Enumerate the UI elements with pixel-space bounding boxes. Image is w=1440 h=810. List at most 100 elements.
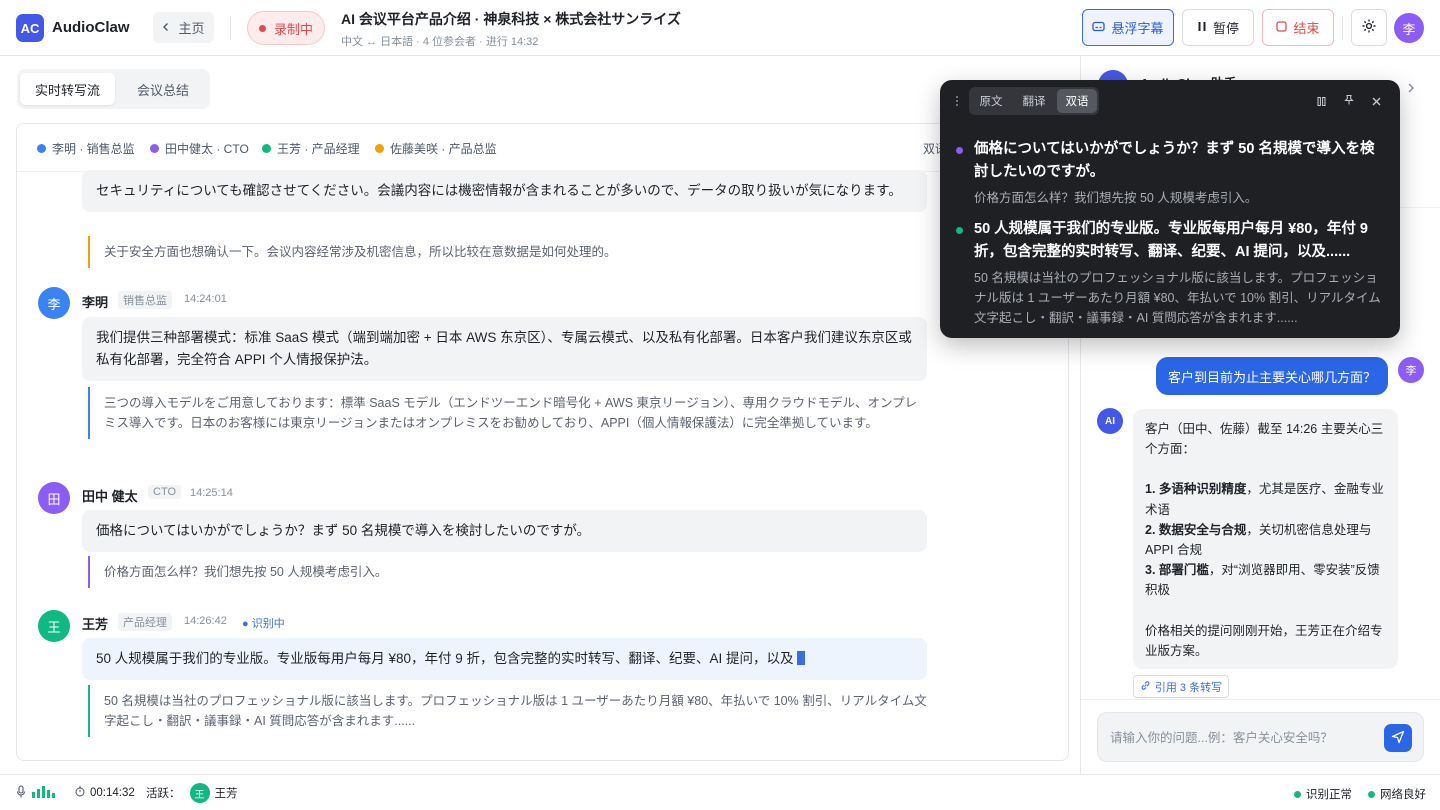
tab-translation[interactable]: 翻译	[1014, 89, 1054, 113]
settings-button[interactable]	[1351, 9, 1387, 46]
tab-live-transcript[interactable]: 实时转写流	[20, 73, 115, 105]
speaker-role: CTO	[148, 485, 182, 499]
float-subtitle-button[interactable]: 悬浮字幕	[1082, 9, 1174, 46]
meeting-title: AI 会议平台产品介绍 · 神泉科技 × 株式会社サンライズ	[341, 11, 681, 27]
microphone-icon	[16, 785, 26, 802]
network-status: 网络良好	[1368, 786, 1426, 802]
end-button[interactable]: 结束	[1262, 9, 1334, 46]
float-subtitle-label: 悬浮字幕	[1111, 21, 1164, 36]
legend-dot	[375, 144, 384, 153]
message-time: 14:24:01	[184, 293, 227, 305]
audio-level-icon	[31, 786, 55, 801]
ai-answer-bubble: 客户（田中、佐藤）截至 14:26 主要关心三个方面： 1. 多语种识别精度，尤…	[1133, 409, 1398, 669]
send-button[interactable]	[1384, 724, 1412, 752]
network-label: 网络良好	[1380, 789, 1426, 801]
send-icon	[1391, 730, 1405, 747]
columns-icon[interactable]	[1316, 95, 1327, 110]
message-translation: 价格方面怎么样？我们想先按 50 人规模考虑引入。	[88, 556, 927, 588]
point-title: 3. 部署门槛	[1145, 563, 1209, 578]
timer-value: 00:14:32	[90, 787, 135, 799]
active-name: 王芳	[214, 788, 238, 800]
speaker-role: 产品经理	[118, 613, 172, 631]
point-title: 1. 多语种识别精度	[1145, 482, 1247, 497]
legend-item: 王芳 · 产品经理	[262, 140, 360, 157]
overlay-original: 50 人规模属于我们的专业版。专业版每用户每月 ¥80，年付 9 折，包含完整的…	[974, 221, 1368, 260]
cite-transcripts-button[interactable]: 引用 3 条转写	[1133, 675, 1229, 698]
legend-label: 佐藤美咲 · 产品总监	[390, 142, 497, 156]
legend-item: 李明 · 销售总监	[37, 140, 135, 157]
legend-item: 佐藤美咲 · 产品总监	[375, 140, 497, 157]
end-label: 结束	[1293, 21, 1320, 36]
legend-dot	[150, 144, 159, 153]
active-speaker: 活跃： 王 王芳	[146, 783, 238, 803]
legend-label: 李明 · 销售总监	[52, 142, 135, 156]
legend-label: 王芳 · 产品经理	[277, 142, 360, 156]
message-original: セキュリティについても確認させてください。会議内容には機密情報が含まれることが多…	[82, 170, 927, 212]
legend-dot	[37, 144, 46, 153]
pause-icon	[1197, 20, 1207, 35]
recognition-status: 识别正常	[1294, 786, 1352, 802]
message-original: 価格についてはいかがでしょうか？まず 50 名規模で導入を検討したいのですが。	[82, 510, 927, 552]
message-original: 我们提供三种部署模式：标准 SaaS 模式（端到端加密 + 日本 AWS 东京区…	[82, 317, 927, 381]
user-avatar[interactable]: 李	[1394, 13, 1424, 43]
cite-label: 引用 3 条转写	[1154, 681, 1223, 694]
overlay-line: 50 人规模属于我们的专业版。专业版每用户每月 ¥80，年付 9 折，包含完整的…	[974, 218, 1384, 328]
overlay-line: 価格についてはいかがでしょうか？まず 50 名規模で導入を検討したいのですが。 …	[974, 138, 1384, 208]
live-text: 50 人规模属于我们的专业版。专业版每用户每月 ¥80，年付 9 折，包含完整的…	[96, 651, 794, 666]
overlay-translation: 50 名規模は当社のプロフェッショナル版に該当します。プロフェッショナル版は 1…	[974, 271, 1381, 325]
speaker-name: 王芳	[82, 617, 109, 632]
meeting-subtitle: 中文 ↔ 日本語 · 4 位参会者 · 进行 14:32	[341, 36, 539, 48]
ai-avatar: AI	[1097, 408, 1123, 434]
close-icon[interactable]	[1371, 95, 1382, 110]
recording-label: 录制中	[273, 21, 313, 37]
answer-point: 1. 多语种识别精度，尤其是医疗、金融专业术语	[1145, 479, 1386, 519]
app-logo: AC	[16, 14, 44, 42]
view-tabs: 实时转写流 会议总结	[17, 69, 210, 109]
answer-point: 2. 数据安全与合规，关切机密信息处理与 APPI 合规	[1145, 520, 1386, 560]
recording-dot-icon	[258, 24, 266, 32]
user-question-bubble: 客户到目前为止主要关心哪几方面？	[1156, 357, 1388, 395]
message-translation: 关于安全方面也想确认一下。会议内容经常涉及机密信息，所以比较在意数据是如何处理的…	[88, 236, 927, 268]
recording-badge: 录制中	[247, 11, 325, 45]
status-dot-icon	[1294, 790, 1301, 798]
speaker-name: 李明	[82, 295, 109, 310]
divider	[1081, 699, 1440, 700]
overlay-mode-tabs: 原文 翻译 双语	[969, 87, 1099, 115]
live-indicator: ● 识别中	[242, 618, 285, 630]
pin-icon[interactable]	[1343, 94, 1355, 109]
gear-icon	[1361, 18, 1377, 37]
message-time: 14:25:14	[190, 487, 233, 499]
question-input[interactable]	[1110, 727, 1370, 749]
stop-icon	[1276, 20, 1288, 35]
speaker-dot	[956, 227, 963, 234]
speaker-role: 销售总监	[118, 291, 172, 309]
recognition-label: 识别正常	[1306, 789, 1352, 801]
pause-button[interactable]: 暂停	[1182, 9, 1254, 46]
home-button-label: 主页	[178, 21, 205, 36]
answer-intro: 客户（田中、佐藤）截至 14:26 主要关心三个方面：	[1145, 422, 1384, 457]
overlay-original: 価格についてはいかがでしょうか？まず 50 名規模で導入を検討したいのですが。	[974, 141, 1375, 180]
mic-status	[16, 785, 55, 802]
elapsed-timer: 00:14:32	[75, 786, 135, 800]
legend-item: 田中健太 · CTO	[150, 140, 249, 157]
point-title: 2. 数据安全与合规	[1145, 522, 1247, 537]
avatar: 王	[38, 610, 70, 642]
question-input-box	[1097, 712, 1424, 762]
active-label: 活跃：	[146, 788, 181, 800]
stopwatch-icon	[75, 786, 85, 800]
floating-subtitle-overlay: 原文 翻译 双语 価格についてはいかがでしょうか？まず 50 名規模で導入を検討…	[940, 80, 1400, 338]
tab-bilingual[interactable]: 双语	[1057, 89, 1097, 113]
answer-outro: 价格相关的提问刚刚开始，王芳正在介绍专业版方案。	[1145, 623, 1383, 658]
chevron-right-icon[interactable]	[1407, 82, 1415, 97]
tab-original[interactable]: 原文	[971, 89, 1011, 113]
tab-meeting-summary[interactable]: 会议总结	[119, 73, 207, 105]
avatar: 李	[38, 287, 70, 319]
message-translation: 50 名規模は当社のプロフェッショナル版に該当します。プロフェッショナル版は 1…	[88, 685, 927, 737]
drag-handle-icon[interactable]	[954, 95, 960, 110]
live-label: 识别中	[251, 618, 285, 630]
home-button[interactable]: 主页	[153, 12, 214, 43]
speaker-dot	[956, 147, 963, 154]
answer-point: 3. 部署门槛，对“浏览器即用、零安装”反馈积极	[1145, 560, 1386, 600]
chevron-left-icon	[162, 20, 170, 35]
message-time: 14:26:42	[184, 615, 227, 627]
